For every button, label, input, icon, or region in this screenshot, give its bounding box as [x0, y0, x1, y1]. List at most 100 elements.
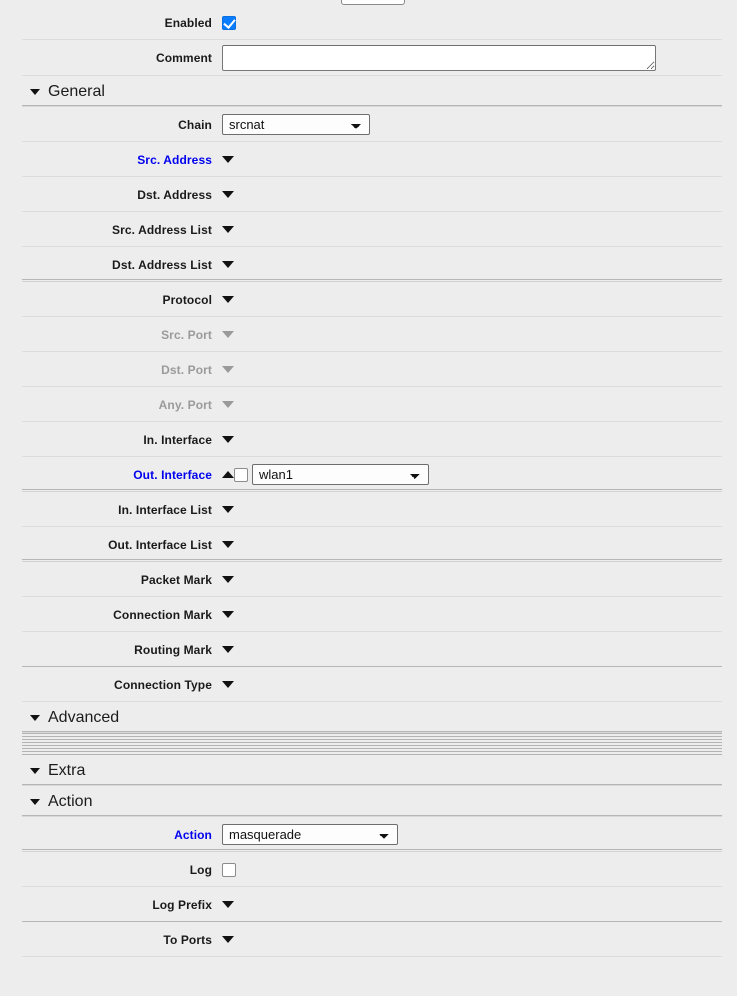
chevron-down-icon[interactable]: [222, 646, 234, 653]
row-src-address: Src. Address: [0, 142, 737, 177]
chevron-up-icon[interactable]: [222, 471, 234, 478]
control-src-port: [212, 317, 737, 352]
comment-textarea[interactable]: [222, 45, 656, 71]
chevron-down-icon[interactable]: [30, 798, 40, 805]
row-connection-type: Connection Type: [0, 667, 737, 702]
control-src-address: [212, 142, 737, 177]
label-enabled: Enabled: [164, 15, 212, 30]
control-connection-mark: [212, 597, 737, 632]
row-in-interface-list: In. Interface List: [0, 492, 737, 527]
label-dst-address-list: Dst. Address List: [112, 257, 212, 272]
label-comment: Comment: [155, 51, 212, 65]
control-to-ports: [212, 922, 737, 957]
chevron-down-icon[interactable]: [222, 226, 234, 233]
section-title-advanced: Advanced: [48, 708, 120, 726]
control-any-port: [212, 387, 737, 422]
chevron-down-icon: [222, 401, 234, 408]
label-log: Log: [189, 862, 212, 877]
label-out-interface: Out. Interface: [133, 467, 212, 482]
row-out-interface-list: Out. Interface List: [0, 527, 737, 562]
chevron-down-icon[interactable]: [222, 611, 234, 618]
row-dst-address: Dst. Address: [0, 177, 737, 212]
section-header-extra[interactable]: Extra: [0, 755, 737, 786]
enabled-checkbox[interactable]: [222, 15, 236, 30]
control-action: masquerade: [212, 817, 737, 852]
chevron-down-icon[interactable]: [222, 436, 234, 443]
label-out-interface-list: Out. Interface List: [108, 537, 212, 552]
control-out-interface-list: [212, 527, 737, 562]
label-connection-type: Connection Type: [114, 677, 212, 692]
row-dst-address-list: Dst. Address List: [0, 247, 737, 282]
row-connection-mark: Connection Mark: [0, 597, 737, 632]
chevron-down-icon[interactable]: [222, 936, 234, 943]
section-header-action[interactable]: Action: [0, 786, 737, 817]
control-protocol: [212, 282, 737, 317]
control-out-interface: wlan1: [212, 457, 737, 492]
row-log-prefix: Log Prefix: [0, 887, 737, 922]
row-chain: Chain srcnat: [0, 107, 737, 142]
out-interface-select[interactable]: wlan1: [252, 464, 429, 485]
row-log: Log: [0, 852, 737, 887]
row-comment: Comment: [0, 40, 737, 76]
chevron-down-icon[interactable]: [222, 296, 234, 303]
chevron-down-icon: [222, 331, 234, 338]
label-dst-port: Dst. Port: [161, 362, 212, 377]
control-comment: [212, 41, 737, 76]
chevron-down-icon[interactable]: [222, 261, 234, 268]
label-protocol: Protocol: [162, 292, 212, 307]
control-src-address-list: [212, 212, 737, 247]
control-in-interface: [212, 422, 737, 457]
chevron-down-icon[interactable]: [222, 901, 234, 908]
control-chain: srcnat: [212, 107, 737, 142]
row-dst-port: Dst. Port: [0, 352, 737, 387]
label-action: Action: [174, 827, 212, 842]
control-packet-mark: [212, 562, 737, 597]
label-connection-mark: Connection Mark: [113, 607, 212, 622]
label-src-port: Src. Port: [161, 327, 212, 342]
label-chain: Chain: [178, 117, 212, 132]
row-any-port: Any. Port: [0, 387, 737, 422]
chevron-down-icon[interactable]: [222, 156, 234, 163]
out-interface-negate-checkbox[interactable]: [234, 467, 248, 482]
nat-rule-form: Enabled Comment General Chain srcnat Src…: [0, 5, 737, 957]
chain-select[interactable]: srcnat: [222, 114, 370, 135]
row-to-ports: To Ports: [0, 922, 737, 957]
label-packet-mark: Packet Mark: [140, 572, 212, 587]
section-header-advanced[interactable]: Advanced: [0, 702, 737, 733]
control-dst-address: [212, 177, 737, 212]
label-dst-address: Dst. Address: [137, 187, 212, 202]
section-header-general[interactable]: General: [0, 76, 737, 107]
chevron-down-icon[interactable]: [222, 506, 234, 513]
row-src-address-list: Src. Address List: [0, 212, 737, 247]
log-checkbox[interactable]: [222, 862, 236, 877]
label-any-port: Any. Port: [158, 397, 212, 412]
chevron-down-icon[interactable]: [30, 767, 40, 774]
row-routing-mark: Routing Mark: [0, 632, 737, 667]
nat-rule-form-page: Enabled Comment General Chain srcnat Src…: [0, 0, 737, 996]
row-enabled: Enabled: [0, 5, 737, 40]
chevron-down-icon[interactable]: [30, 714, 40, 721]
control-dst-address-list: [212, 247, 737, 282]
control-dst-port: [212, 352, 737, 387]
label-to-ports: To Ports: [163, 932, 212, 947]
label-routing-mark: Routing Mark: [134, 642, 212, 657]
label-src-address-list: Src. Address List: [112, 222, 212, 237]
chevron-down-icon[interactable]: [222, 576, 234, 583]
control-log-prefix: [212, 887, 737, 922]
advanced-collapsed-rows: [22, 733, 722, 755]
row-in-interface: In. Interface: [0, 422, 737, 457]
chevron-down-icon[interactable]: [222, 681, 234, 688]
control-log: [212, 852, 737, 887]
chevron-down-icon[interactable]: [222, 541, 234, 548]
chevron-down-icon[interactable]: [222, 191, 234, 198]
row-src-port: Src. Port: [0, 317, 737, 352]
section-title-general: General: [48, 82, 105, 100]
label-src-address: Src. Address: [137, 152, 212, 167]
row-protocol: Protocol: [0, 282, 737, 317]
control-in-interface-list: [212, 492, 737, 527]
chevron-down-icon[interactable]: [30, 88, 40, 95]
action-select[interactable]: masquerade: [222, 824, 398, 845]
control-enabled: [212, 5, 737, 40]
row-packet-mark: Packet Mark: [0, 562, 737, 597]
label-in-interface-list: In. Interface List: [118, 502, 212, 517]
